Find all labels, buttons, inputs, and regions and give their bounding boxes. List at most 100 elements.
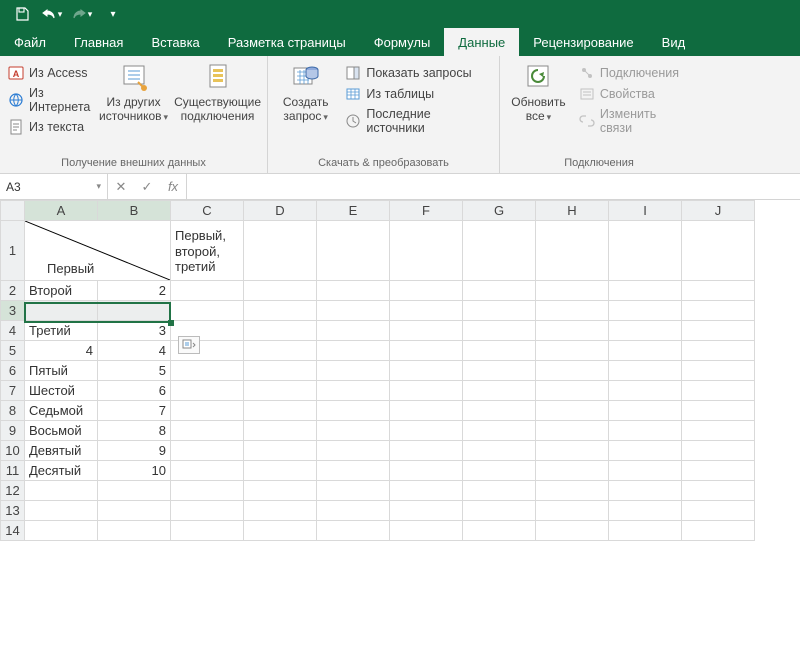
cell-D11[interactable] [244,461,317,481]
show-queries-button[interactable]: Показать запросы [343,64,493,82]
cell-D12[interactable] [244,481,317,501]
cell-C13[interactable] [171,501,244,521]
cell-I12[interactable] [609,481,682,501]
tab-file[interactable]: Файл [0,28,60,56]
cell-B13[interactable] [98,501,171,521]
cell-D8[interactable] [244,401,317,421]
cell-I4[interactable] [609,321,682,341]
cell-G3[interactable] [463,301,536,321]
cell-C7[interactable] [171,381,244,401]
cell-H3[interactable] [536,301,609,321]
cell-I14[interactable] [609,521,682,541]
qat-customize-icon[interactable]: ▾ [98,2,126,26]
cell-A5[interactable]: 4 [25,341,98,361]
cell-A4[interactable]: Третий [25,321,98,341]
cell-I13[interactable] [609,501,682,521]
cell-I9[interactable] [609,421,682,441]
cell-J8[interactable] [682,401,755,421]
tab-home[interactable]: Главная [60,28,137,56]
from-web-button[interactable]: Из Интернета [6,85,93,115]
cell-G13[interactable] [463,501,536,521]
tab-insert[interactable]: Вставка [137,28,213,56]
refresh-all-button[interactable]: Обновить все▾ [506,60,571,124]
col-header-A[interactable]: A [25,201,98,221]
cell-G2[interactable] [463,281,536,301]
cell-D6[interactable] [244,361,317,381]
cell-B12[interactable] [98,481,171,501]
cell-B5[interactable]: 4 [98,341,171,361]
cell-A2[interactable]: Второй [25,281,98,301]
cell-F1[interactable] [390,221,463,281]
from-table-button[interactable]: Из таблицы [343,85,493,103]
cells-grid[interactable]: A B C D E F G H I J 1 Первый Первый, вто… [0,200,755,541]
row-header-2[interactable]: 2 [1,281,25,301]
cell-C2[interactable] [171,281,244,301]
cell-F10[interactable] [390,441,463,461]
cell-J5[interactable] [682,341,755,361]
cell-A14[interactable] [25,521,98,541]
cell-G5[interactable] [463,341,536,361]
cell-F7[interactable] [390,381,463,401]
cell-G11[interactable] [463,461,536,481]
cell-G7[interactable] [463,381,536,401]
row-header-5[interactable]: 5 [1,341,25,361]
cell-I5[interactable] [609,341,682,361]
cell-C6[interactable] [171,361,244,381]
from-text-button[interactable]: Из текста [6,118,93,136]
col-header-B[interactable]: B [98,201,171,221]
cell-B7[interactable]: 6 [98,381,171,401]
row-header-3[interactable]: 3 [1,301,25,321]
row-header-11[interactable]: 11 [1,461,25,481]
fill-handle[interactable] [168,320,174,326]
cell-E13[interactable] [317,501,390,521]
cell-C1[interactable]: Первый, второй, третий [171,221,244,281]
cell-G9[interactable] [463,421,536,441]
cell-I6[interactable] [609,361,682,381]
row-header-6[interactable]: 6 [1,361,25,381]
existing-connections-button[interactable]: Существующие подключения [174,60,261,124]
cell-F9[interactable] [390,421,463,441]
cell-A13[interactable] [25,501,98,521]
cancel-button[interactable]: ✕ [108,179,134,195]
select-all-corner[interactable] [1,201,25,221]
cell-C3[interactable] [171,301,244,321]
cell-I2[interactable] [609,281,682,301]
cell-J11[interactable] [682,461,755,481]
cell-E7[interactable] [317,381,390,401]
cell-D7[interactable] [244,381,317,401]
cell-D4[interactable] [244,321,317,341]
cell-H10[interactable] [536,441,609,461]
cell-F2[interactable] [390,281,463,301]
cell-G10[interactable] [463,441,536,461]
cell-F13[interactable] [390,501,463,521]
cell-A1B1-merged[interactable]: Первый [25,221,171,281]
cell-D2[interactable] [244,281,317,301]
cell-H2[interactable] [536,281,609,301]
cell-F11[interactable] [390,461,463,481]
redo-icon[interactable]: ▾ [68,2,96,26]
cell-B2[interactable]: 2 [98,281,171,301]
edit-links-button[interactable]: Изменить связи [577,106,692,136]
cell-G6[interactable] [463,361,536,381]
cell-B11[interactable]: 10 [98,461,171,481]
cell-J13[interactable] [682,501,755,521]
cell-C10[interactable] [171,441,244,461]
cell-B9[interactable]: 8 [98,421,171,441]
cell-I1[interactable] [609,221,682,281]
cell-D1[interactable] [244,221,317,281]
cell-H4[interactable] [536,321,609,341]
col-header-E[interactable]: E [317,201,390,221]
cell-J2[interactable] [682,281,755,301]
cell-E8[interactable] [317,401,390,421]
cell-G12[interactable] [463,481,536,501]
cell-D9[interactable] [244,421,317,441]
cell-A11[interactable]: Десятый [25,461,98,481]
cell-C14[interactable] [171,521,244,541]
cell-F14[interactable] [390,521,463,541]
cell-I7[interactable] [609,381,682,401]
cell-C11[interactable] [171,461,244,481]
cell-J14[interactable] [682,521,755,541]
cell-I11[interactable] [609,461,682,481]
row-header-10[interactable]: 10 [1,441,25,461]
cell-F12[interactable] [390,481,463,501]
